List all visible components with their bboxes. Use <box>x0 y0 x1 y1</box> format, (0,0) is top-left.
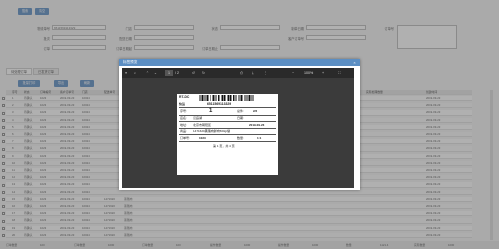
order-value: 1023 <box>199 135 206 140</box>
label-preview-dialog: 标签预览 × ≡ ⌕ ⌃ ⌄ 1 / 2 ↺ ↻ ⎙ ⤓ ⋮ − 100% + … <box>119 59 360 190</box>
pieces-value: 2/2 <box>253 109 258 113</box>
total-label: 总件: <box>237 109 244 113</box>
close-icon[interactable]: × <box>352 60 357 65</box>
rotate-right-icon[interactable]: ↻ <box>202 68 205 78</box>
express-type: 快运 <box>179 102 186 106</box>
sidebar-toggle-icon[interactable]: ≡ <box>125 68 127 78</box>
order-label: 订单号: <box>180 135 190 140</box>
page-note: 第 1 页，共 4 页 <box>213 144 235 148</box>
label-header-code: RT-DC <box>179 95 190 99</box>
search-icon[interactable]: ⌕ <box>134 68 136 78</box>
print-icon[interactable]: ⎙ <box>240 68 243 78</box>
tracking-number: 6511569113329 <box>207 102 232 106</box>
shipping-label: RT-DC 快运 6511569113329 序号: 1 总件: 2/2 店名:… <box>177 94 278 175</box>
rotate-left-icon[interactable]: ↺ <box>192 68 195 78</box>
seq-value: 1 <box>209 107 213 114</box>
seq-label: 序号: <box>180 109 187 113</box>
pdf-toolbar: ≡ ⌕ ⌃ ⌄ 1 / 2 ↺ ↻ ⎙ ⤓ ⋮ − 100% + ⛶ <box>122 68 354 78</box>
page-number-input[interactable]: 1 <box>165 70 173 76</box>
next-page-icon[interactable]: ⌄ <box>154 68 157 78</box>
dialog-title: 标签预览 <box>119 59 360 66</box>
zoom-in-icon[interactable]: + <box>322 68 324 78</box>
zoom-level[interactable]: 100% <box>304 68 313 78</box>
pdf-viewer: ≡ ⌕ ⌃ ⌄ 1 / 2 ↺ ↻ ⎙ ⤓ ⋮ − 100% + ⛶ RT-DC… <box>122 68 354 188</box>
fit-page-icon[interactable]: ⛶ <box>338 68 341 78</box>
barcode-image <box>199 95 254 101</box>
zoom-out-icon[interactable]: − <box>292 68 294 78</box>
page-total: / 2 <box>175 71 179 75</box>
qty-value: 1:1 <box>257 135 262 140</box>
address-value: 北京市朝阳区 <box>193 122 212 127</box>
product-value: 1471620黑猪肉鲜肉500g/袋 <box>193 129 231 133</box>
shop-value: 汉庭湖 <box>193 116 203 120</box>
more-icon[interactable]: ⋮ <box>264 68 268 78</box>
shop-label: 店名: <box>180 116 187 120</box>
date-value: 2019-09-23 <box>249 122 265 127</box>
download-icon[interactable]: ⤓ <box>252 68 254 78</box>
date-label: 日期: <box>237 116 244 120</box>
prev-page-icon[interactable]: ⌃ <box>146 68 149 78</box>
qty-label: 数量: <box>237 135 244 140</box>
address-label: 地址: <box>180 122 187 127</box>
product-label: 商品: <box>180 129 187 133</box>
